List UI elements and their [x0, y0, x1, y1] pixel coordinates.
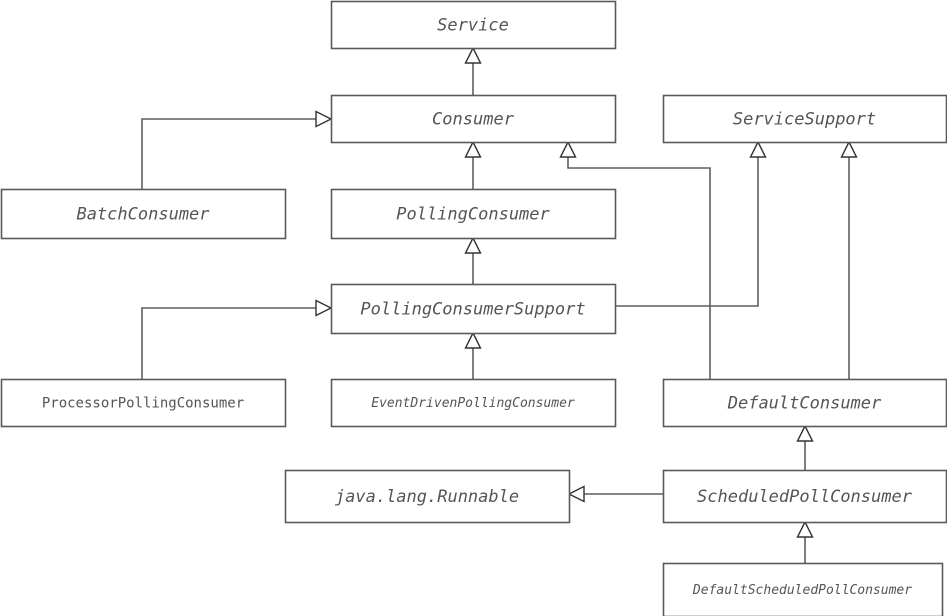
- class-name-label: ScheduledPollConsumer: [697, 487, 913, 507]
- inheritance-arrowhead-icon: [840, 140, 858, 158]
- relationship-scheduledpollconsumer-to-runnable: [567, 485, 663, 503]
- relationship-pollingconsumer-to-consumer: [464, 140, 482, 189]
- class-name-label: ProcessorPollingConsumer: [42, 396, 244, 412]
- inheritance-arrowhead-icon: [567, 485, 585, 503]
- class-name-label: PollingConsumerSupport: [360, 300, 585, 320]
- class-box-batch-consumer[interactable]: BatchConsumer: [0, 188, 287, 240]
- class-box-polling-consumer[interactable]: PollingConsumer: [330, 188, 617, 240]
- class-box-service-support[interactable]: ServiceSupport: [662, 94, 947, 144]
- class-box-polling-consumer-support[interactable]: PollingConsumerSupport: [330, 283, 617, 335]
- edge-line: [615, 157, 759, 307]
- relationship-defaultconsumer-to-consumer: [559, 140, 711, 379]
- class-name-label: DefaultConsumer: [727, 394, 882, 414]
- relationship-consumer-to-service: [464, 46, 482, 95]
- relationship-pollingconsumersupport-to-servicesupport: [615, 140, 767, 307]
- edge-line: [141, 118, 316, 189]
- relationship-pollingconsumersupport-to-pollingconsumer: [464, 236, 482, 284]
- class-name-label: DefaultScheduledPollConsumer: [692, 583, 912, 598]
- class-box-event-driven-polling-consumer[interactable]: EventDrivenPollingConsumer: [330, 378, 617, 428]
- edge-line: [141, 307, 316, 379]
- class-name-label: Service: [437, 16, 509, 36]
- relationship-batchconsumer-to-consumer: [141, 110, 333, 189]
- class-name-label: java.lang.Runnable: [335, 487, 519, 507]
- inheritance-arrowhead-icon: [315, 110, 333, 128]
- inheritance-arrowhead-icon: [464, 140, 482, 158]
- class-box-java-lang-runnable[interactable]: java.lang.Runnable: [284, 469, 571, 524]
- class-name-label: EventDrivenPollingConsumer: [371, 396, 575, 411]
- class-box-default-consumer[interactable]: DefaultConsumer: [662, 378, 947, 428]
- class-box-consumer[interactable]: Consumer: [330, 94, 617, 144]
- class-name-label: ServiceSupport: [733, 110, 876, 130]
- class-box-service[interactable]: Service: [330, 0, 617, 50]
- class-box-processor-polling-consumer[interactable]: ProcessorPollingConsumer: [0, 378, 287, 428]
- relationship-processorpollingconsumer-to-pollingconsumersupport: [141, 299, 333, 379]
- inheritance-arrowhead-icon: [796, 424, 814, 442]
- class-box-default-scheduled-poll-consumer[interactable]: DefaultScheduledPollConsumer: [662, 562, 944, 616]
- inheritance-arrowhead-icon: [559, 140, 577, 158]
- inheritance-arrowhead-icon: [315, 299, 333, 317]
- relationship-eventdrivenpollingconsumer-to-pollingconsumersupport: [464, 331, 482, 379]
- inheritance-arrowhead-icon: [464, 46, 482, 64]
- diagram-canvas: Service Consumer ServiceSupport BatchConsum…: [0, 0, 947, 616]
- inheritance-arrowhead-icon: [796, 520, 814, 538]
- relationship-scheduledpollconsumer-to-defaultconsumer: [796, 424, 814, 470]
- inheritance-arrowhead-icon: [464, 236, 482, 254]
- class-name-label: PollingConsumer: [396, 205, 550, 225]
- inheritance-arrowhead-icon: [464, 331, 482, 349]
- relationship-defaultscheduledpollconsumer-to-scheduledpollconsumer: [796, 520, 814, 563]
- class-box-scheduled-poll-consumer[interactable]: ScheduledPollConsumer: [662, 469, 947, 524]
- uml-class-diagram: Service Consumer ServiceSupport BatchConsum…: [0, 0, 947, 616]
- relationship-defaultconsumer-to-servicesupport: [840, 140, 858, 379]
- class-name-label: BatchConsumer: [76, 205, 210, 225]
- class-name-label: Consumer: [432, 110, 515, 130]
- inheritance-arrowhead-icon: [749, 140, 767, 158]
